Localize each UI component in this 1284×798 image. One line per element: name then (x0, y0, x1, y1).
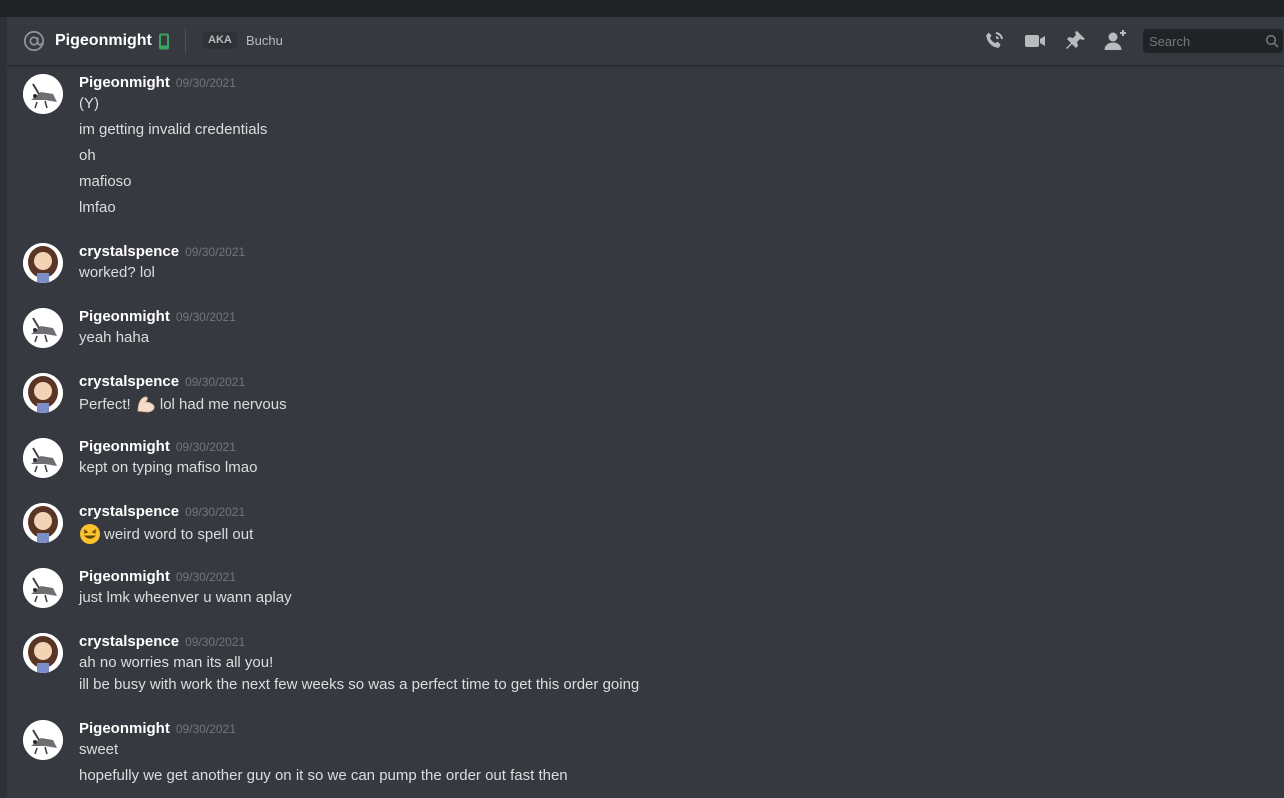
message-text: im getting invalid credentials (79, 121, 268, 138)
pigeon-avatar-icon (23, 74, 63, 114)
search-input[interactable] (1143, 29, 1267, 53)
message-text: (Y) (79, 95, 99, 112)
message-text: sweet (79, 741, 119, 758)
video-call-icon[interactable] (1023, 29, 1047, 53)
message-author[interactable]: Pigeonmight (79, 74, 170, 91)
message-text: ah no worries man its all you! (79, 654, 274, 671)
message-text: worked? lol (79, 264, 155, 281)
crystal-avatar-icon (23, 373, 63, 413)
pigeon-avatar-icon (23, 438, 63, 478)
search-icon[interactable] (1265, 34, 1279, 48)
avatar[interactable] (23, 74, 63, 114)
message-timestamp: 09/30/2021 (185, 635, 246, 649)
message-timestamp: 09/30/2021 (175, 76, 236, 90)
message-text: oh (79, 147, 96, 164)
crystal-avatar-icon (23, 243, 63, 283)
message-timestamp: 09/30/2021 (175, 440, 236, 454)
message-timestamp: 09/30/2021 (185, 375, 246, 389)
add-friend-icon[interactable] (1103, 29, 1127, 53)
message-text: weird word to spell out (79, 523, 253, 545)
message-timestamp: 09/30/2021 (185, 505, 246, 519)
message-text: yeah haha (79, 329, 150, 346)
message-text: just lmk wheenver u wann aplay (79, 589, 292, 606)
avatar[interactable] (23, 568, 63, 608)
message-author[interactable]: Pigeonmight (79, 438, 170, 455)
pigeon-avatar-icon (23, 568, 63, 608)
avatar[interactable] (23, 720, 63, 760)
message-timestamp: 09/30/2021 (185, 245, 246, 259)
laughing-face-emoji-icon (80, 524, 100, 544)
message-author[interactable]: crystalspence (79, 633, 179, 650)
message-author[interactable]: crystalspence (79, 503, 179, 520)
header-divider (185, 29, 186, 53)
message-text-part: Perfect! (79, 396, 131, 413)
avatar[interactable] (23, 633, 63, 673)
avatar[interactable] (23, 308, 63, 348)
crystal-avatar-icon (23, 633, 63, 673)
flexed-biceps-emoji-icon (137, 396, 155, 413)
avatar[interactable] (23, 503, 63, 543)
voice-call-icon[interactable] (982, 29, 1006, 53)
sidebar-edge (0, 17, 7, 798)
message-text-part: weird word to spell out (104, 526, 254, 543)
message-timestamp: 09/30/2021 (175, 570, 236, 584)
avatar[interactable] (23, 243, 63, 283)
aka-badge: AKA (203, 32, 237, 49)
message-text: lmfao (79, 199, 116, 216)
mobile-status-icon (159, 33, 169, 50)
message-author[interactable]: Pigeonmight (79, 308, 170, 325)
message-text: kept on typing mafiso lmao (79, 459, 258, 476)
message-author[interactable]: Pigeonmight (79, 720, 170, 737)
at-icon (23, 30, 45, 52)
pigeon-avatar-icon (23, 308, 63, 348)
crystal-avatar-icon (23, 503, 63, 543)
search-box[interactable] (1143, 29, 1283, 53)
message-text: Perfect! lol had me nervous (79, 393, 287, 415)
message-text-part: lol had me nervous (159, 396, 287, 413)
message-text: hopefully we get another guy on it so we… (79, 767, 568, 784)
message-text: ill be busy with work the next few weeks… (79, 676, 640, 693)
message-author[interactable]: Pigeonmight (79, 568, 170, 585)
aka-nicknames[interactable]: Buchu (246, 33, 283, 49)
message-timestamp: 09/30/2021 (175, 310, 236, 324)
message-author[interactable]: crystalspence (79, 373, 179, 390)
message-author[interactable]: crystalspence (79, 243, 179, 260)
pigeon-avatar-icon (23, 720, 63, 760)
message-text: mafioso (79, 173, 132, 190)
avatar[interactable] (23, 373, 63, 413)
pin-icon[interactable] (1063, 29, 1087, 53)
window-titlebar (0, 0, 1284, 17)
message-timestamp: 09/30/2021 (175, 722, 236, 736)
channel-title: Pigeonmight (55, 32, 152, 49)
avatar[interactable] (23, 438, 63, 478)
channel-header: Pigeonmight AKA Buchu (7, 17, 1284, 66)
